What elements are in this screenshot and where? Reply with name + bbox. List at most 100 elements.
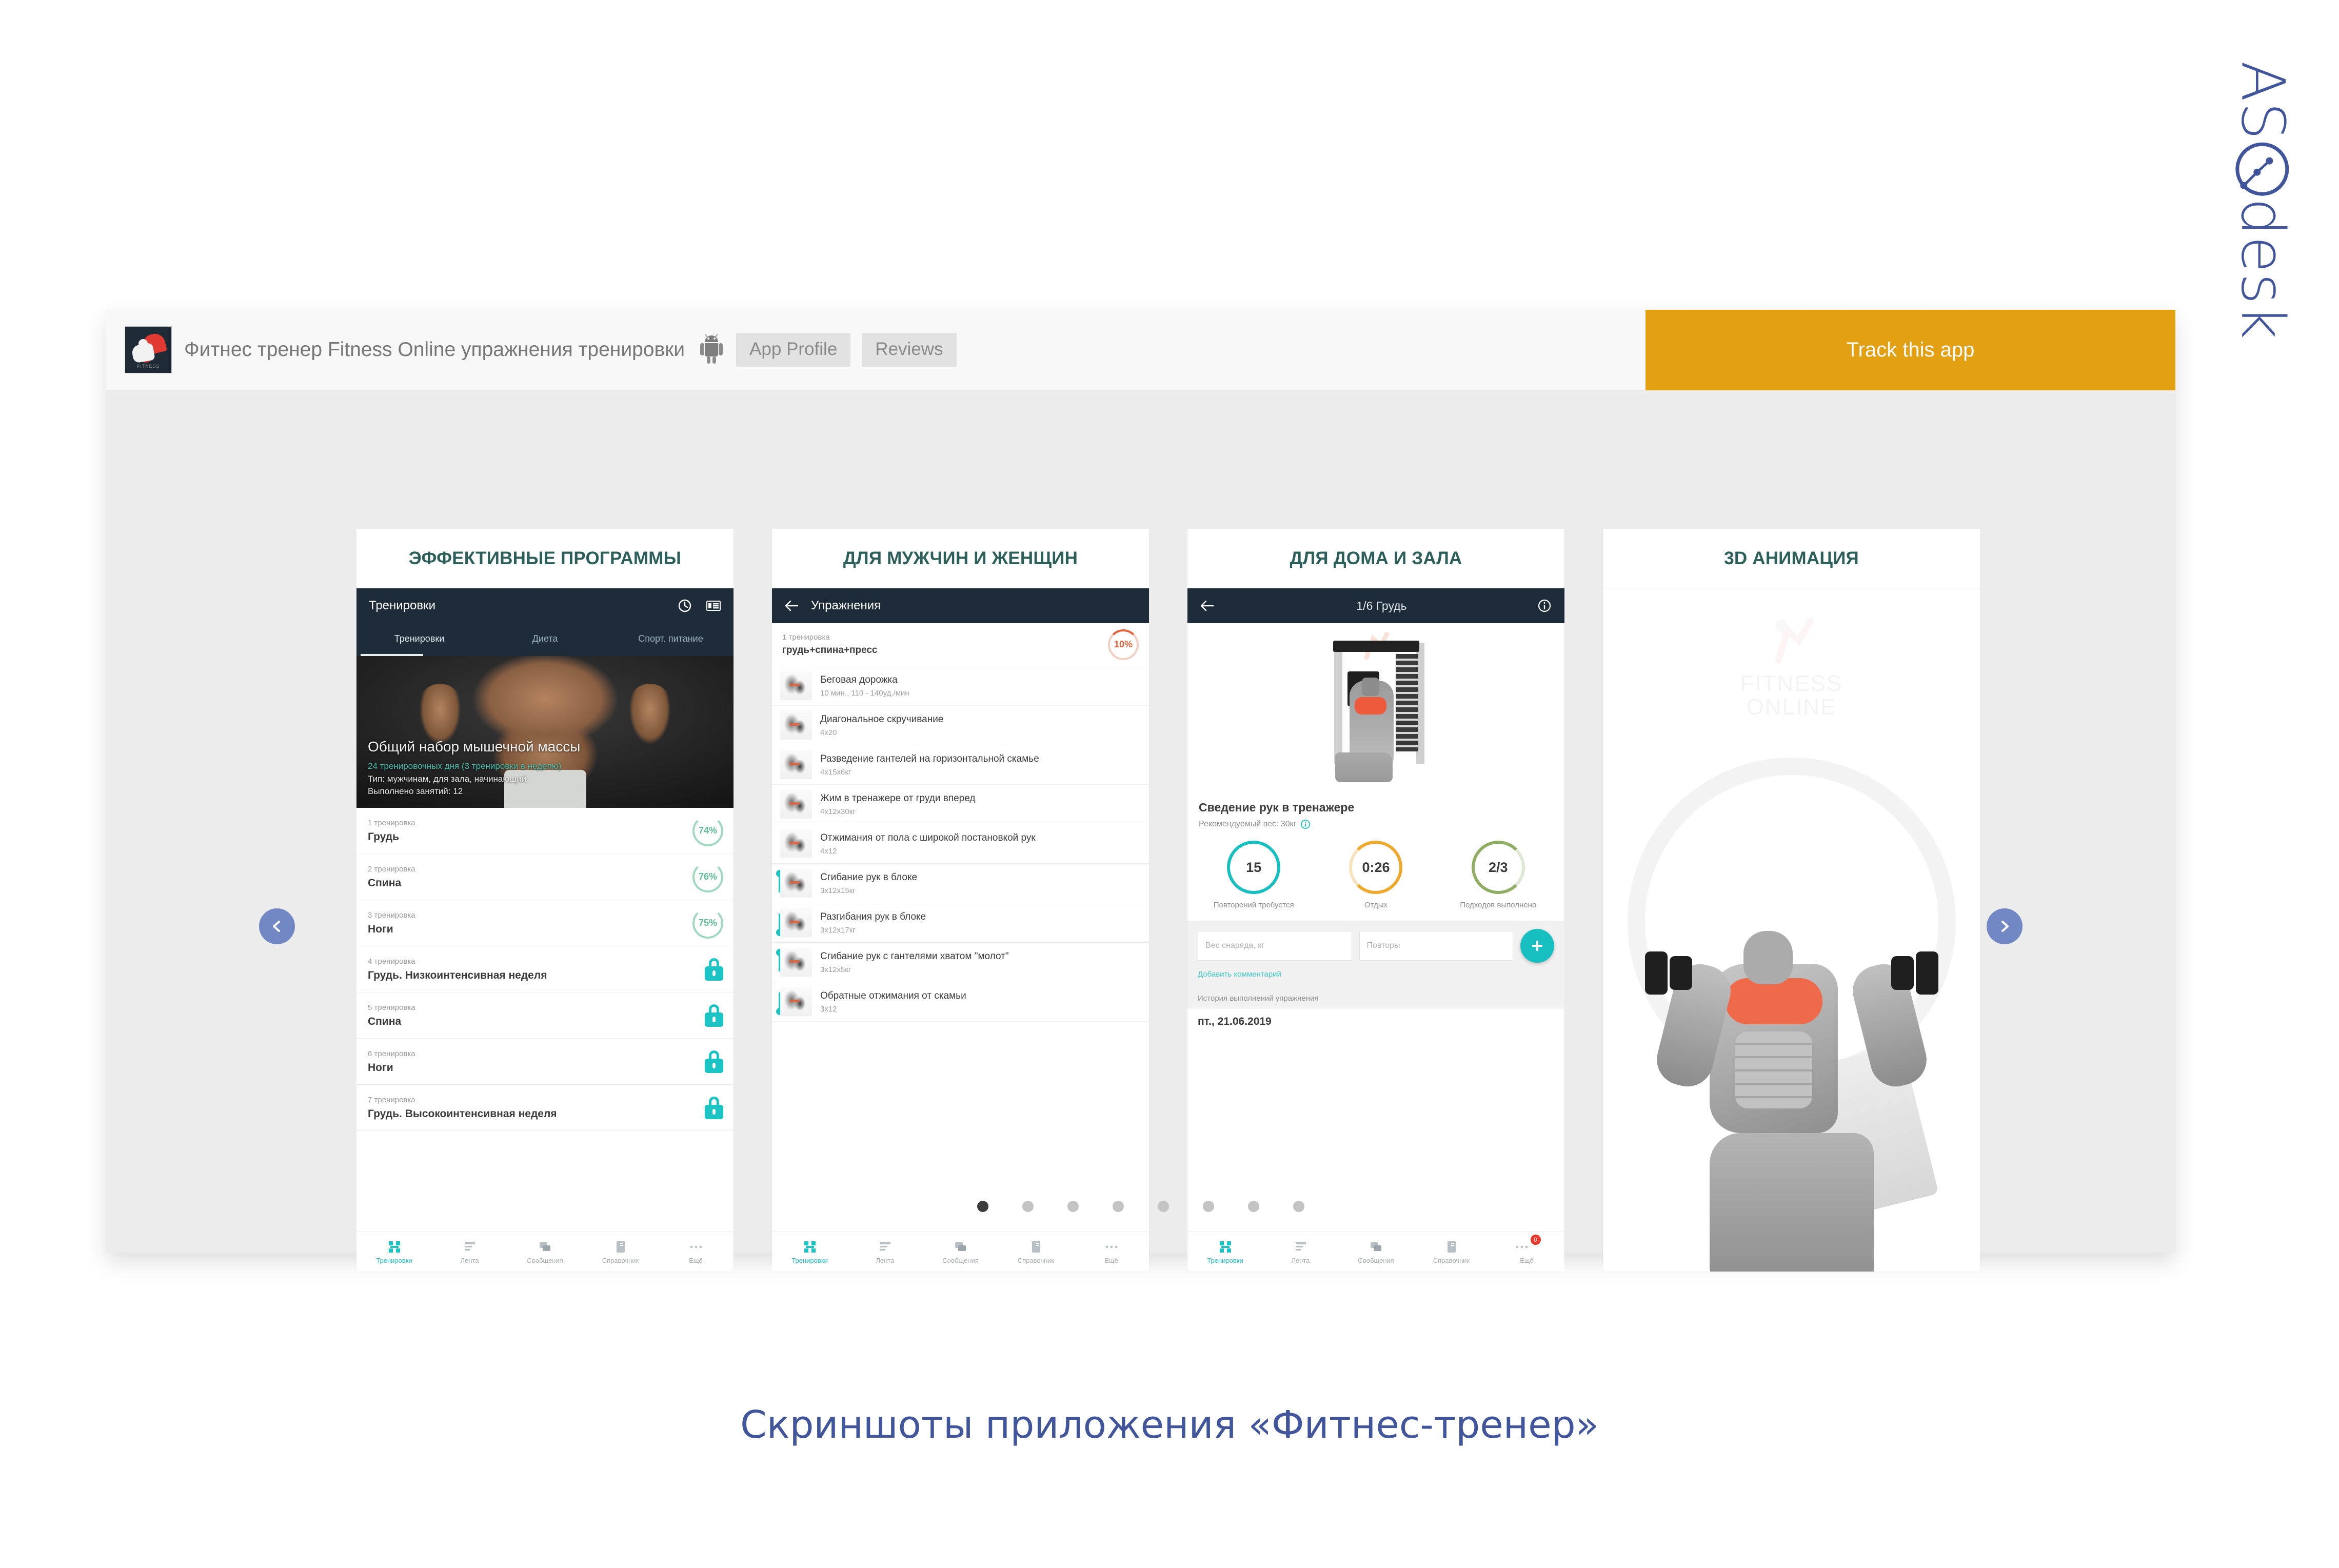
- carousel-dot-7[interactable]: [1248, 1201, 1259, 1212]
- exercise-thumbnail: [780, 987, 812, 1016]
- carousel-dot-5[interactable]: [1158, 1201, 1169, 1212]
- screenshot-panel-1[interactable]: ЭФФЕКТИВНЫЕ ПРОГРАММЫ Тренировки Трениро…: [356, 529, 734, 1272]
- grid-icon: [1187, 1239, 1263, 1255]
- nav-item-more[interactable]: Ещё: [1074, 1239, 1149, 1264]
- nav-item-messages[interactable]: Сообщения: [923, 1239, 998, 1264]
- exercise-thumbnail: [780, 829, 812, 858]
- table-row[interactable]: 6 тренировка Ноги: [356, 1039, 734, 1085]
- nav-item-trainings[interactable]: Тренировки: [772, 1239, 847, 1264]
- carousel-prev-button[interactable]: [259, 908, 295, 944]
- lock-icon: [705, 958, 723, 981]
- progress-ring: 76%: [692, 861, 723, 892]
- carousel-dot-4[interactable]: [1113, 1201, 1124, 1212]
- app-profile-frame: FITNESS Фитнес тренер Fitness Online упр…: [106, 310, 2175, 1272]
- watermark-line-2: ONLINE: [1746, 694, 1837, 720]
- nav-item-handbook[interactable]: Справочник: [998, 1239, 1074, 1264]
- program-hero-card[interactable]: Общий набор мышечной массы 24 тренировоч…: [356, 656, 734, 808]
- list-item[interactable]: Сгибание рук в блоке 3x12x15кг: [772, 864, 1149, 903]
- nav-item-handbook[interactable]: Справочник: [1414, 1239, 1489, 1264]
- bottom-navigation[interactable]: Тренировки Лента: [1187, 1232, 1564, 1272]
- list-item[interactable]: Обратные отжимания от скамьи 3x12: [772, 982, 1149, 1022]
- list-item[interactable]: Жим в тренажере от груди вперед 4x12x30к…: [772, 785, 1149, 824]
- track-this-app-button[interactable]: Track this app: [1646, 310, 2175, 390]
- table-row[interactable]: 3 тренировка Ноги 75%: [356, 900, 734, 946]
- panel-4-phone: FITNESS ONLINE: [1603, 588, 1980, 1272]
- table-row[interactable]: 7 тренировка Грудь. Высокоинтенсивная не…: [356, 1085, 734, 1131]
- screenshot-panel-2[interactable]: ДЛЯ МУЖЧИН И ЖЕНЩИН Упражнения 1 трениро…: [772, 529, 1149, 1272]
- tab-trainings[interactable]: Тренировки: [356, 633, 482, 644]
- reps-input[interactable]: Повторы: [1359, 931, 1513, 961]
- nav-item-feed[interactable]: Лента: [847, 1239, 923, 1264]
- exercise-detail: Сведение рук в тренажере Рекомендуемый в…: [1187, 792, 1564, 832]
- lock-icon: [705, 1096, 723, 1119]
- exercise-thumbnail: [780, 711, 812, 740]
- nav-item-messages[interactable]: Сообщения: [1338, 1239, 1414, 1264]
- workout-index: 2 тренировка: [368, 864, 415, 874]
- app-icon: FITNESS: [125, 326, 172, 373]
- list-item[interactable]: Сгибание рук с гантелями хватом "молот" …: [772, 943, 1149, 982]
- tab-reviews[interactable]: Reviews: [862, 333, 957, 367]
- list-item[interactable]: Разгибания рук в блоке 3x12x17кг: [772, 903, 1149, 943]
- dumbbell-right-icon: [1877, 951, 1938, 995]
- nav-item-trainings[interactable]: Тренировки: [1187, 1239, 1263, 1264]
- screenshot-panel-3[interactable]: ДЛЯ ДОМА И ЗАЛА 1/6 Грудь Сведение рук в…: [1187, 529, 1564, 1272]
- session-header[interactable]: 1 тренировка грудь+спина+пресс 10%: [772, 623, 1149, 666]
- nav-item-handbook[interactable]: Справочник: [583, 1239, 658, 1264]
- tab-diet[interactable]: Диета: [482, 633, 608, 644]
- carousel-dot-8[interactable]: [1293, 1201, 1304, 1212]
- nav-label: Справочник: [602, 1257, 639, 1264]
- nav-item-more[interactable]: 0 Ещё: [1489, 1235, 1564, 1264]
- nav-item-feed[interactable]: Лента: [1263, 1239, 1338, 1264]
- tab-sport-nutrition[interactable]: Спорт. питание: [608, 633, 734, 644]
- weight-input[interactable]: Вес снаряда, кг: [1198, 931, 1352, 961]
- stat-value: 2/3: [1471, 841, 1525, 894]
- info-circle-icon[interactable]: [1300, 819, 1311, 829]
- nav-item-feed[interactable]: Лента: [432, 1239, 507, 1264]
- list-item[interactable]: Отжимания от пола с широкой постановкой …: [772, 824, 1149, 864]
- carousel-next-button[interactable]: [1987, 908, 2023, 944]
- workout-name: Грудь. Высокоинтенсивная неделя: [368, 1107, 557, 1120]
- exercise-thumbnail: [780, 750, 812, 779]
- workout-index: 3 тренировка: [368, 910, 415, 920]
- info-circle-icon[interactable]: [1537, 598, 1552, 613]
- carousel-dot-1[interactable]: [977, 1201, 988, 1212]
- carousel-dots[interactable]: [106, 1201, 2175, 1212]
- carousel-dot-6[interactable]: [1203, 1201, 1214, 1212]
- fitness-online-watermark: FITNESS ONLINE: [1725, 613, 1858, 719]
- table-row[interactable]: 2 тренировка Спина 76%: [356, 854, 734, 900]
- nav-item-messages[interactable]: Сообщения: [507, 1239, 583, 1264]
- list-item[interactable]: Диагональное скручивание 4x20: [772, 706, 1149, 745]
- screenshot-panel-4[interactable]: 3D АНИМАЦИЯ FITNESS ONLINE: [1603, 529, 1980, 1272]
- add-comment-link[interactable]: Добавить комментарий: [1198, 970, 1554, 979]
- list-item[interactable]: Разведение гантелей на горизонтальной ск…: [772, 745, 1149, 785]
- add-set-button[interactable]: [1520, 929, 1554, 963]
- carousel-dot-2[interactable]: [1022, 1201, 1034, 1212]
- workout-index: 7 тренировка: [368, 1095, 415, 1104]
- nav-label: Ещё: [689, 1257, 703, 1264]
- android-icon: [698, 334, 725, 366]
- exercise-name: Жим в тренажере от груди вперед: [820, 792, 976, 804]
- bottom-navigation[interactable]: Тренировки Лента: [772, 1232, 1149, 1272]
- carousel-dot-3[interactable]: [1067, 1201, 1079, 1212]
- panel-1-tabs[interactable]: Тренировки Диета Спорт. питание: [356, 623, 734, 654]
- nav-item-more[interactable]: Ещё: [658, 1239, 734, 1264]
- arrow-left-icon[interactable]: [784, 600, 800, 612]
- exercise-name: Разведение гантелей на горизонтальной ск…: [820, 753, 1039, 764]
- exercise-name: Беговая дорожка: [820, 674, 898, 685]
- nav-label: Тренировки: [376, 1257, 412, 1264]
- nav-item-trainings[interactable]: Тренировки: [356, 1239, 432, 1264]
- table-row[interactable]: 1 тренировка Грудь 74%: [356, 808, 734, 854]
- session-progress-ring: 10%: [1108, 629, 1139, 660]
- hero-completed: Выполнено занятий: 12: [368, 786, 463, 796]
- table-row[interactable]: 4 тренировка Грудь. Низкоинтенсивная нед…: [356, 946, 734, 993]
- workout-list: 1 тренировка Грудь 74% 2 тренировка Спин…: [356, 808, 734, 1131]
- tab-app-profile[interactable]: App Profile: [736, 333, 851, 367]
- bottom-navigation[interactable]: Тренировки Лента: [356, 1232, 734, 1272]
- table-row[interactable]: 5 тренировка Спина: [356, 993, 734, 1039]
- nav-label: Лента: [1291, 1257, 1310, 1264]
- list-item[interactable]: Беговая дорожка 10 мин., 110 - 140уд./ми…: [772, 666, 1149, 706]
- screenshots-carousel: ЭФФЕКТИВНЫЕ ПРОГРАММЫ Тренировки Трениро…: [106, 390, 2175, 1272]
- arrow-left-icon[interactable]: [1200, 600, 1215, 612]
- list-icon: [706, 601, 721, 611]
- stat-sets: 2/3 Подходов выполнено: [1450, 841, 1547, 910]
